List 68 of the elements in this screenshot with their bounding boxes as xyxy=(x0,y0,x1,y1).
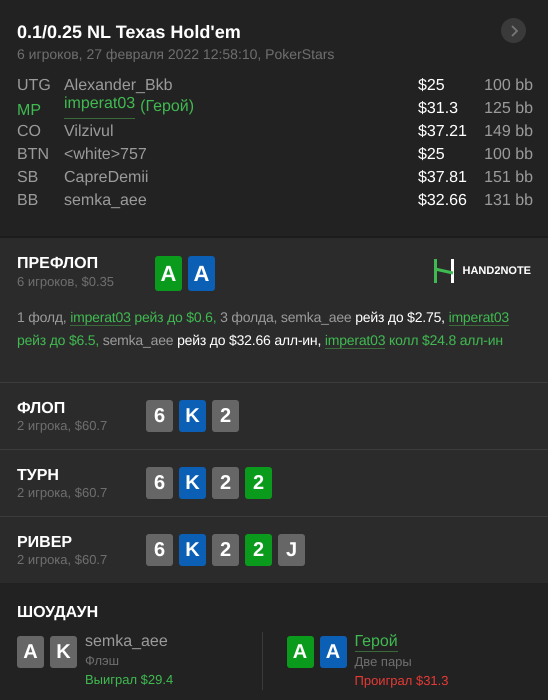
position-label: UTG xyxy=(17,76,52,96)
player-link[interactable]: imperat03 xyxy=(324,332,386,349)
playing-card: K xyxy=(179,400,206,432)
result-text: Выиграл $29.4 xyxy=(85,671,174,689)
playing-card: K xyxy=(50,636,77,668)
position-label: CO xyxy=(17,122,42,142)
player-name: Vilzivul xyxy=(64,122,114,142)
stack-amount: $25 xyxy=(418,76,446,96)
position-label: BTN xyxy=(17,144,50,164)
street-subtitle: 6 игроков, $0.35 xyxy=(17,274,116,290)
playing-card: 6 xyxy=(146,467,173,499)
stack-amount: $31.3 xyxy=(418,98,460,118)
player-link[interactable]: imperat03 xyxy=(64,94,136,118)
stack-amount: $37.81 xyxy=(418,168,468,188)
hand-rank: Флэш xyxy=(85,652,120,670)
street-title: ФЛОП xyxy=(17,398,66,418)
playing-card: 6 xyxy=(146,534,173,566)
stack-amount: $37.21 xyxy=(418,122,468,142)
playing-card: A xyxy=(17,636,44,668)
street-subtitle: 2 игрока, $60.7 xyxy=(17,484,108,500)
position-label: SB xyxy=(17,168,40,188)
hand-rank: Две пары xyxy=(354,653,412,671)
street-title: ПРЕФЛОП xyxy=(17,254,100,274)
player-name: CapreDemii xyxy=(64,168,148,188)
big-blinds: 149 bb xyxy=(483,122,533,142)
player-name: semka_aee xyxy=(64,190,147,210)
position-label: MP xyxy=(17,100,42,120)
street-title: ТУРН xyxy=(17,466,60,484)
player-link[interactable]: imperat03 xyxy=(70,309,131,326)
big-blinds: 100 bb xyxy=(483,144,533,164)
stack-amount: $25 xyxy=(418,144,446,164)
section-title: ШОУДАУН xyxy=(17,603,100,623)
position-label: BB xyxy=(17,190,40,210)
player-link[interactable]: Герой xyxy=(354,632,398,652)
playing-card: K xyxy=(179,534,206,566)
playing-card: A xyxy=(320,636,346,668)
street-subtitle: 2 игрока, $60.7 xyxy=(17,552,108,568)
hand-title: 0.1/0.25 NL Texas Hold'em xyxy=(17,21,242,44)
chevron-right-icon xyxy=(510,24,518,36)
big-blinds: 131 bb xyxy=(483,190,533,210)
playing-card: 6 xyxy=(146,400,173,432)
playing-card: 2 xyxy=(245,534,272,566)
next-button[interactable] xyxy=(501,18,526,43)
player-link[interactable]: imperat03 xyxy=(448,309,510,326)
street-subtitle: 2 игрока, $60.7 xyxy=(17,418,108,434)
street-title: РИВЕР xyxy=(17,532,74,552)
playing-card: 2 xyxy=(245,467,272,499)
hero-tag: (Герой) xyxy=(140,94,194,118)
action-summary: 1 фолд, imperat03 рейз до $0.6, 3 фолда, semka_aee рейз до $2.75, imperat03 рейз до $6.5, semka_aee рейз до $32.66 алл-ин, imperat03 колл $24.8 алл-ин xyxy=(17,308,510,351)
playing-card: 2 xyxy=(212,534,239,566)
playing-card: A xyxy=(188,256,215,291)
logo-icon xyxy=(432,259,455,283)
player-name: semka_aee xyxy=(85,632,168,651)
playing-card: 2 xyxy=(212,400,239,432)
logo-text: HAND2NOTE xyxy=(462,264,531,279)
player-name: <white>757 xyxy=(64,144,147,164)
player-name: Alexander_Bkb xyxy=(64,76,173,96)
playing-card: A xyxy=(155,256,182,291)
playing-card: A xyxy=(286,636,314,668)
playing-card: J xyxy=(278,534,305,566)
big-blinds: 125 bb xyxy=(483,98,533,118)
result-text: Проиграл $31.3 xyxy=(354,672,448,690)
hand-subtitle: 6 игроков, 27 февраля 2022 12:58:10, PokerStars xyxy=(17,45,334,64)
stack-amount: $32.66 xyxy=(418,190,468,210)
big-blinds: 151 bb xyxy=(483,168,533,188)
playing-card: 2 xyxy=(212,467,239,499)
big-blinds: 100 bb xyxy=(483,76,533,96)
playing-card: K xyxy=(179,467,206,499)
